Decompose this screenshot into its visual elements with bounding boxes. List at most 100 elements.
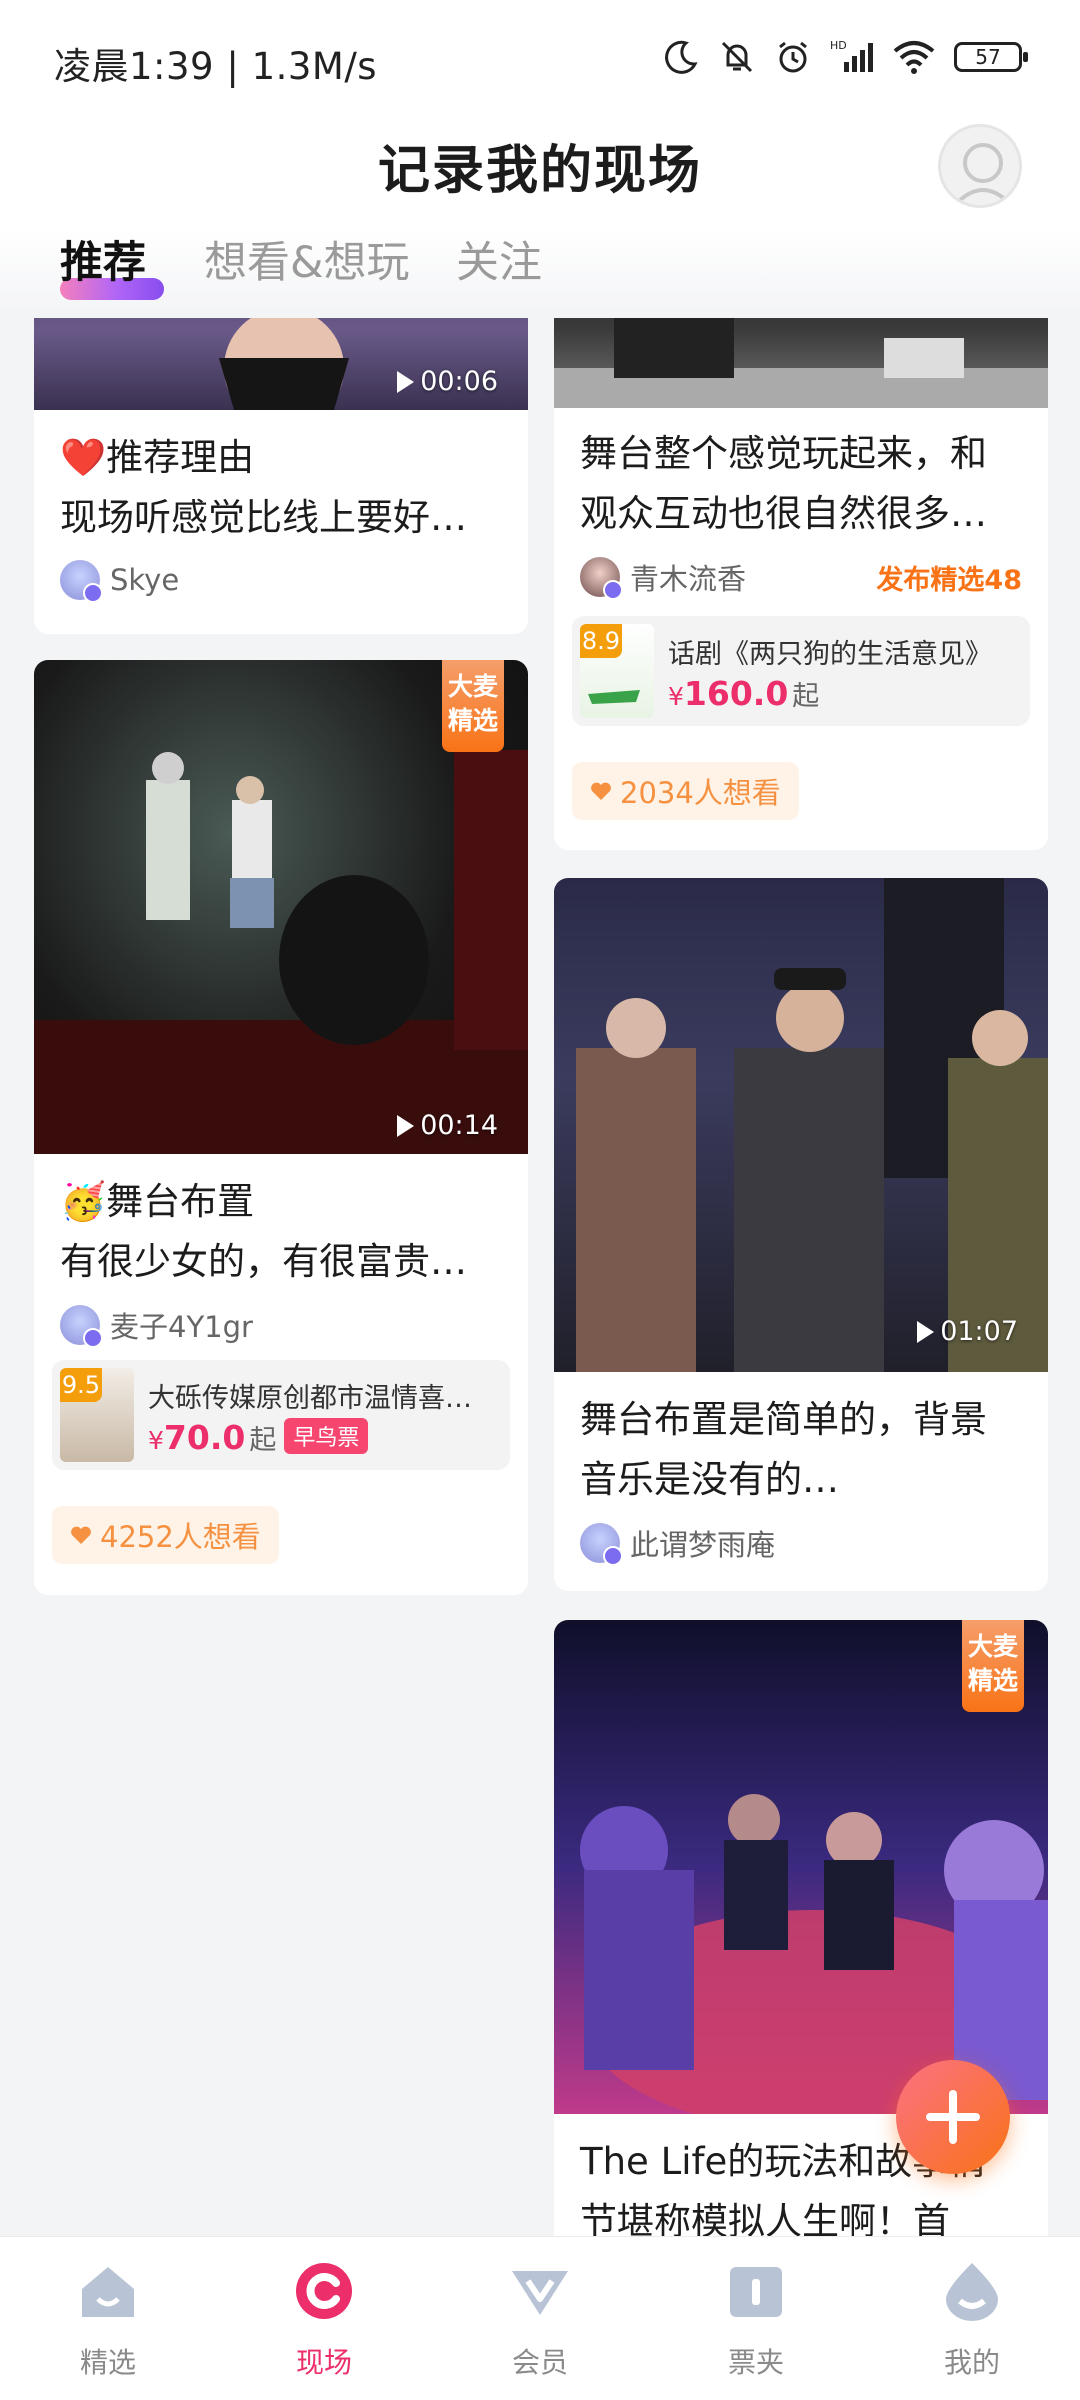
want-label: 4252人想看 <box>100 1520 261 1554</box>
card-text: 舞台布置是简单的，背景 音乐是没有的… <box>580 1390 1022 1510</box>
price-value: 160.0 <box>683 674 789 713</box>
card-text-line: 有很少女的，有很富贵… <box>60 1240 467 1283</box>
show-title: 话剧《两只狗的生活意见》 <box>668 639 992 670</box>
author-avatar <box>580 557 623 600</box>
badge-line: 精选 <box>967 1666 1018 1695</box>
nav-label: 票夹 <box>727 2346 784 2379</box>
author-name: Skye <box>110 563 180 597</box>
tab-recommend[interactable]: 推荐 <box>60 228 146 290</box>
bell-off-icon <box>721 41 753 73</box>
badge-line: 大麦 <box>967 1632 1018 1661</box>
nav-item-home[interactable]: 精选 <box>38 2259 178 2381</box>
card-author[interactable]: Skye <box>60 560 180 603</box>
show-info-row[interactable]: 9.5 大砾传媒原创都市温情喜… ¥70.0 起早鸟票 <box>52 1360 510 1470</box>
show-score: 9.5 <box>60 1368 102 1402</box>
video-duration: 00:14 <box>397 1110 498 1141</box>
card-author[interactable]: 麦子4Y1gr <box>60 1304 253 1348</box>
play-icon <box>917 1320 935 1343</box>
play-icon <box>397 1114 415 1137</box>
author-avatar <box>60 560 103 603</box>
author-avatar <box>60 1305 103 1348</box>
alarm-icon <box>779 41 807 73</box>
wifi-icon <box>893 41 935 74</box>
duration-label: 01:07 <box>940 1316 1018 1347</box>
feed-card[interactable]: 01:07 舞台布置是简单的，背景 音乐是没有的… 此谓梦雨庵 <box>554 878 1048 1591</box>
show-poster: 8.9 <box>580 624 654 718</box>
card-text-label: 舞台布置 <box>106 1180 255 1223</box>
status-bar: 凌晨1:39 | 1.3M/s HD 57 <box>0 0 1080 122</box>
feed: 00:06 ❤️推荐理由 现场听感觉比线上要好… Skye 大麦 精选 00:14 <box>0 318 1080 2236</box>
show-poster: 9.5 <box>60 1368 134 1462</box>
card-thumbnail: 大麦精选 00:14 <box>34 660 528 1154</box>
damai-pick-badge: 大麦 精选 <box>442 660 504 752</box>
nav-label: 我的 <box>943 2346 1000 2379</box>
tab-want-watch[interactable]: 想看&想玩 <box>204 228 410 290</box>
profile-icon <box>946 2263 998 2321</box>
card-text: 🥳舞台布置 有很少女的，有很富贵… <box>60 1172 502 1292</box>
damai-pick-badge: 大麦 精选 <box>962 1620 1024 1712</box>
live-icon <box>296 2263 352 2319</box>
nav-item-live[interactable]: 现场 <box>254 2259 394 2381</box>
card-text-line: 音乐是没有的… <box>580 1458 839 1501</box>
heart-emoji-icon: ❤️ <box>60 436 107 479</box>
show-price: ¥160.0 起 <box>668 674 819 713</box>
ticket-icon <box>730 2267 782 2317</box>
party-emoji-icon: 🥳 <box>60 1180 107 1223</box>
show-info-row[interactable]: 8.9 话剧《两只狗的生活意见》 ¥160.0 起 <box>572 616 1030 726</box>
card-text-line: 现场听感觉比线上要好… <box>60 496 467 539</box>
stage-photo <box>554 318 1048 408</box>
feed-tabs: 推荐 想看&想玩 关注 <box>0 228 1080 318</box>
user-avatar[interactable] <box>938 124 1022 208</box>
author-name: 青木流香 <box>630 562 747 596</box>
card-text-line: 🥳舞台布置 <box>60 1172 502 1232</box>
author-name: 麦子4Y1gr <box>110 1310 253 1344</box>
card-text-line: ❤️推荐理由 <box>60 428 502 488</box>
author-name: 此谓梦雨庵 <box>630 1528 776 1562</box>
nav-item-profile[interactable]: 我的 <box>902 2259 1042 2381</box>
want-count[interactable]: 2034人想看 <box>572 762 799 820</box>
nav-item-tickets[interactable]: 票夹 <box>686 2259 826 2381</box>
feed-card[interactable]: 舞台整个感觉玩起来，和 观众互动也很自然很多… 青木流香 发布精选48 8.9 … <box>554 318 1048 850</box>
heart-icon <box>591 782 611 800</box>
status-icons: HD 57 <box>662 38 1028 76</box>
badge-line: 大麦 <box>447 672 498 701</box>
card-text-line: 观众互动也很自然很多… <box>580 492 987 535</box>
feed-card[interactable]: 大麦精选 00:14 🥳舞台布置 有很少女的，有很富贵… 麦子4Y1gr 9.5… <box>34 660 528 1595</box>
video-duration: 00:06 <box>397 366 498 397</box>
feed-card[interactable]: 00:06 ❤️推荐理由 现场听感觉比线上要好… Skye <box>34 318 528 634</box>
price-symbol: ¥ <box>148 1426 164 1455</box>
card-thumbnail: 00:06 <box>34 318 528 410</box>
price-suffix: 起 <box>249 1425 277 1456</box>
bottom-nav: 精选 现场 会员 票夹 我的 <box>0 2236 1080 2400</box>
card-text-label: 推荐理由 <box>106 436 255 479</box>
price-symbol: ¥ <box>668 682 684 711</box>
moon-icon <box>665 40 698 74</box>
hd-signal-icon: HD <box>830 39 873 72</box>
card-thumbnail: 01:07 <box>554 878 1048 1372</box>
want-count[interactable]: 4252人想看 <box>52 1506 279 1564</box>
battery-icon: 57 <box>954 42 1028 72</box>
card-author[interactable]: 青木流香 <box>580 556 747 600</box>
tab-following[interactable]: 关注 <box>456 228 542 290</box>
heart-icon <box>71 1526 91 1544</box>
card-text-line: 舞台整个感觉玩起来，和 <box>580 432 987 475</box>
badge-line: 精选 <box>447 706 498 735</box>
early-bird-tag: 早鸟票 <box>284 1418 369 1454</box>
nav-label: 精选 <box>79 2346 136 2379</box>
want-label: 2034人想看 <box>620 776 781 810</box>
nav-item-vip[interactable]: 会员 <box>470 2259 610 2381</box>
card-author[interactable]: 此谓梦雨庵 <box>580 1522 776 1566</box>
show-score: 8.9 <box>580 624 622 658</box>
add-post-button[interactable] <box>896 2060 1010 2174</box>
svg-text:HD: HD <box>830 39 847 52</box>
publish-pick-tag: 发布精选48 <box>876 565 1022 596</box>
duration-label: 00:06 <box>420 366 498 397</box>
duration-label: 00:14 <box>420 1110 498 1141</box>
vip-icon <box>512 2271 568 2315</box>
card-text-line: 节堪称模拟人生啊！首 <box>580 2200 950 2236</box>
play-icon <box>397 370 415 393</box>
card-text: 舞台整个感觉玩起来，和 观众互动也很自然很多… <box>580 424 1022 544</box>
cast-photo <box>576 878 1048 1372</box>
card-thumbnail: 大麦 精选 <box>554 1620 1048 2114</box>
card-text-line: 舞台布置是简单的，背景 <box>580 1398 987 1441</box>
